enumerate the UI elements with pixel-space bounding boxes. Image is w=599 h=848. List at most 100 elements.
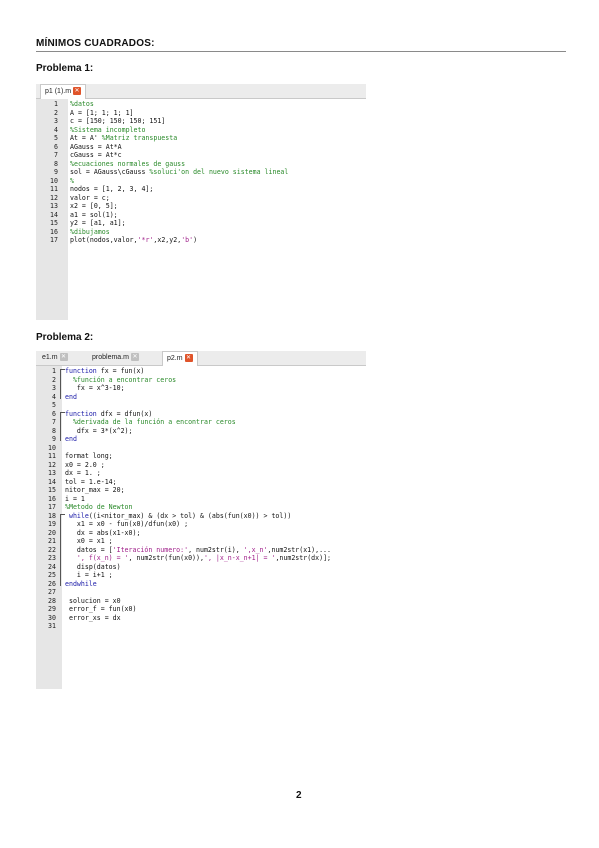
close-tab-icon[interactable]: ✕ — [73, 87, 82, 96]
code-line: nitor_max = 20; — [65, 486, 125, 495]
line-number: 8 — [52, 426, 56, 435]
editor-tab-e1[interactable]: e1.m ✕ — [38, 351, 72, 365]
code-token: , num2str(i), — [188, 545, 244, 554]
code-token: AGauss = At*A — [70, 142, 122, 151]
code-line: c = [150; 150; 150; 151] — [70, 117, 165, 126]
editor-tab-p1[interactable]: p1 (1).m ✕ — [40, 84, 87, 99]
code-token: x0 = 2.0 ; — [65, 460, 105, 469]
code-line: function fx = fun(x) — [65, 367, 144, 376]
code-token: dfx = dfun(x) — [96, 409, 153, 418]
editor-tab-problema[interactable]: problema.m ✕ — [88, 351, 143, 365]
line-number: 9 — [52, 435, 56, 443]
code-line: format long; — [65, 452, 113, 461]
code-line: nodos = [1, 2, 3, 4]; — [70, 185, 153, 194]
code-token: % — [70, 176, 74, 185]
code-line: %Sistema incompleto — [70, 126, 145, 135]
line-number: 10 — [50, 176, 58, 185]
code-token: At = A' — [70, 134, 102, 142]
code-line: x2 = [0, 5]; — [70, 202, 118, 211]
tab-label: e1.m — [42, 354, 58, 361]
line-number: 16 — [50, 227, 58, 236]
line-number: 11 — [50, 185, 58, 193]
line-number: 6 — [52, 409, 56, 418]
code-token: i = 1 — [65, 494, 85, 503]
line-number: 14 — [50, 210, 58, 219]
code-token: %Sistema incompleto — [70, 125, 146, 134]
code-token: x2 = [0, 5]; — [70, 202, 118, 210]
line-number: 13 — [50, 202, 58, 210]
line-number: 23 — [48, 554, 56, 562]
code-line: cGauss = At*c — [70, 151, 122, 160]
close-tab-icon[interactable]: ✕ — [59, 353, 68, 362]
line-number: 3 — [52, 384, 56, 392]
line-number: 5 — [54, 134, 58, 142]
code-line: x0 = x1 ; — [65, 537, 113, 546]
code-token: %ecuaciones normales de gauss — [70, 159, 186, 168]
code-token: c = [150; 150; 150; 151] — [70, 117, 166, 125]
code-line: datos = ['Iteración numero:', num2str(i)… — [65, 546, 331, 555]
code-line: solucion = x0 — [65, 597, 121, 606]
code-line: function dfx = dfun(x) — [65, 410, 152, 419]
code-token: ,num2str(x1),... — [267, 545, 332, 554]
code-line: x1 = x0 - fun(x0)/dfun(x0) ; — [65, 520, 188, 529]
line-number: 9 — [54, 168, 58, 176]
code-token: x0 = x1 ; — [65, 537, 113, 545]
code-line: %datos — [70, 100, 94, 109]
code-token: ,x2,y2, — [153, 236, 182, 244]
code-line: valor = c; — [70, 194, 110, 203]
line-number: 19 — [48, 520, 56, 528]
code-token: dx = 1. ; — [65, 469, 101, 477]
line-number: 31 — [48, 622, 56, 630]
line-number: 20 — [48, 528, 56, 537]
code-token: y2 = [a1, a1]; — [70, 219, 126, 227]
line-number: 1 — [54, 100, 58, 108]
problem-2-title: Problema 2: — [36, 332, 94, 343]
line-number: 11 — [48, 452, 56, 460]
code-token: format long; — [65, 452, 113, 460]
line-number: 2 — [52, 375, 56, 384]
line-number: 7 — [54, 151, 58, 159]
line-number: 28 — [48, 596, 56, 605]
code-token: datos = [ — [65, 545, 113, 554]
code-token: function — [65, 409, 97, 418]
code-token: tol = 1.e-14; — [65, 477, 117, 486]
code-token: %Matriz transpuesta — [101, 134, 178, 142]
code-token: function — [65, 367, 97, 375]
line-number: 27 — [48, 588, 56, 596]
code-line: error_xs = dx — [65, 614, 121, 623]
editor-tab-p2[interactable]: p2.m ✕ — [162, 351, 198, 366]
code-token: ', |x_n-x_n+1| = ' — [203, 554, 276, 562]
code-editor-problem-1[interactable]: p1 (1).m ✕ 1 2 3 4 5 6 7 8 9 10 11 12 13 14 15 16 17 %dat… — [36, 84, 366, 320]
code-token: nitor_max = 20; — [65, 486, 125, 494]
line-number: 7 — [52, 418, 56, 426]
code-token: solucion = x0 — [65, 596, 121, 605]
code-line: AGauss = At*A — [70, 143, 122, 152]
tab-label: problema.m — [92, 354, 129, 361]
code-token: %Metodo de Newton — [65, 503, 133, 511]
close-tab-icon[interactable]: ✕ — [130, 353, 139, 362]
code-token: while — [65, 511, 89, 520]
line-number: 10 — [48, 443, 56, 452]
editor-tab-bar: p1 (1).m ✕ — [36, 84, 366, 99]
code-line: %dibujamos — [70, 228, 110, 237]
code-token: plot(nodos,valor, — [70, 236, 138, 244]
code-token: ,num2str(dx)]; — [275, 554, 332, 562]
code-token: %dibujamos — [70, 227, 110, 236]
line-number: 18 — [48, 511, 56, 520]
close-tab-icon[interactable]: ✕ — [184, 354, 193, 363]
code-token: valor = c; — [70, 193, 110, 202]
code-line: x0 = 2.0 ; — [65, 461, 105, 470]
code-token: nodos = [1, 2, 3, 4]; — [70, 185, 154, 193]
line-number: 5 — [52, 401, 56, 409]
code-editor-problem-2[interactable]: e1.m ✕ problema.m ✕ p2.m ✕ 1 2 3 4 5 6 7 8 9 10 11 12 1… — [36, 351, 366, 689]
tab-label: p2.m — [167, 355, 183, 362]
code-token: , num2str(fun(x0)), — [128, 554, 204, 562]
code-line: while((i<nitor_max) & (dx > tol) & (abs(… — [65, 512, 291, 521]
code-token: dx = abs(x1-x0); — [65, 528, 141, 537]
code-token: 'Iteración numero:' — [112, 545, 189, 554]
code-token: A = [1; 1; 1; 1] — [70, 108, 134, 117]
line-number: 4 — [54, 125, 58, 134]
code-token: disp(datos) — [65, 562, 121, 571]
code-line: disp(datos) — [65, 563, 121, 572]
